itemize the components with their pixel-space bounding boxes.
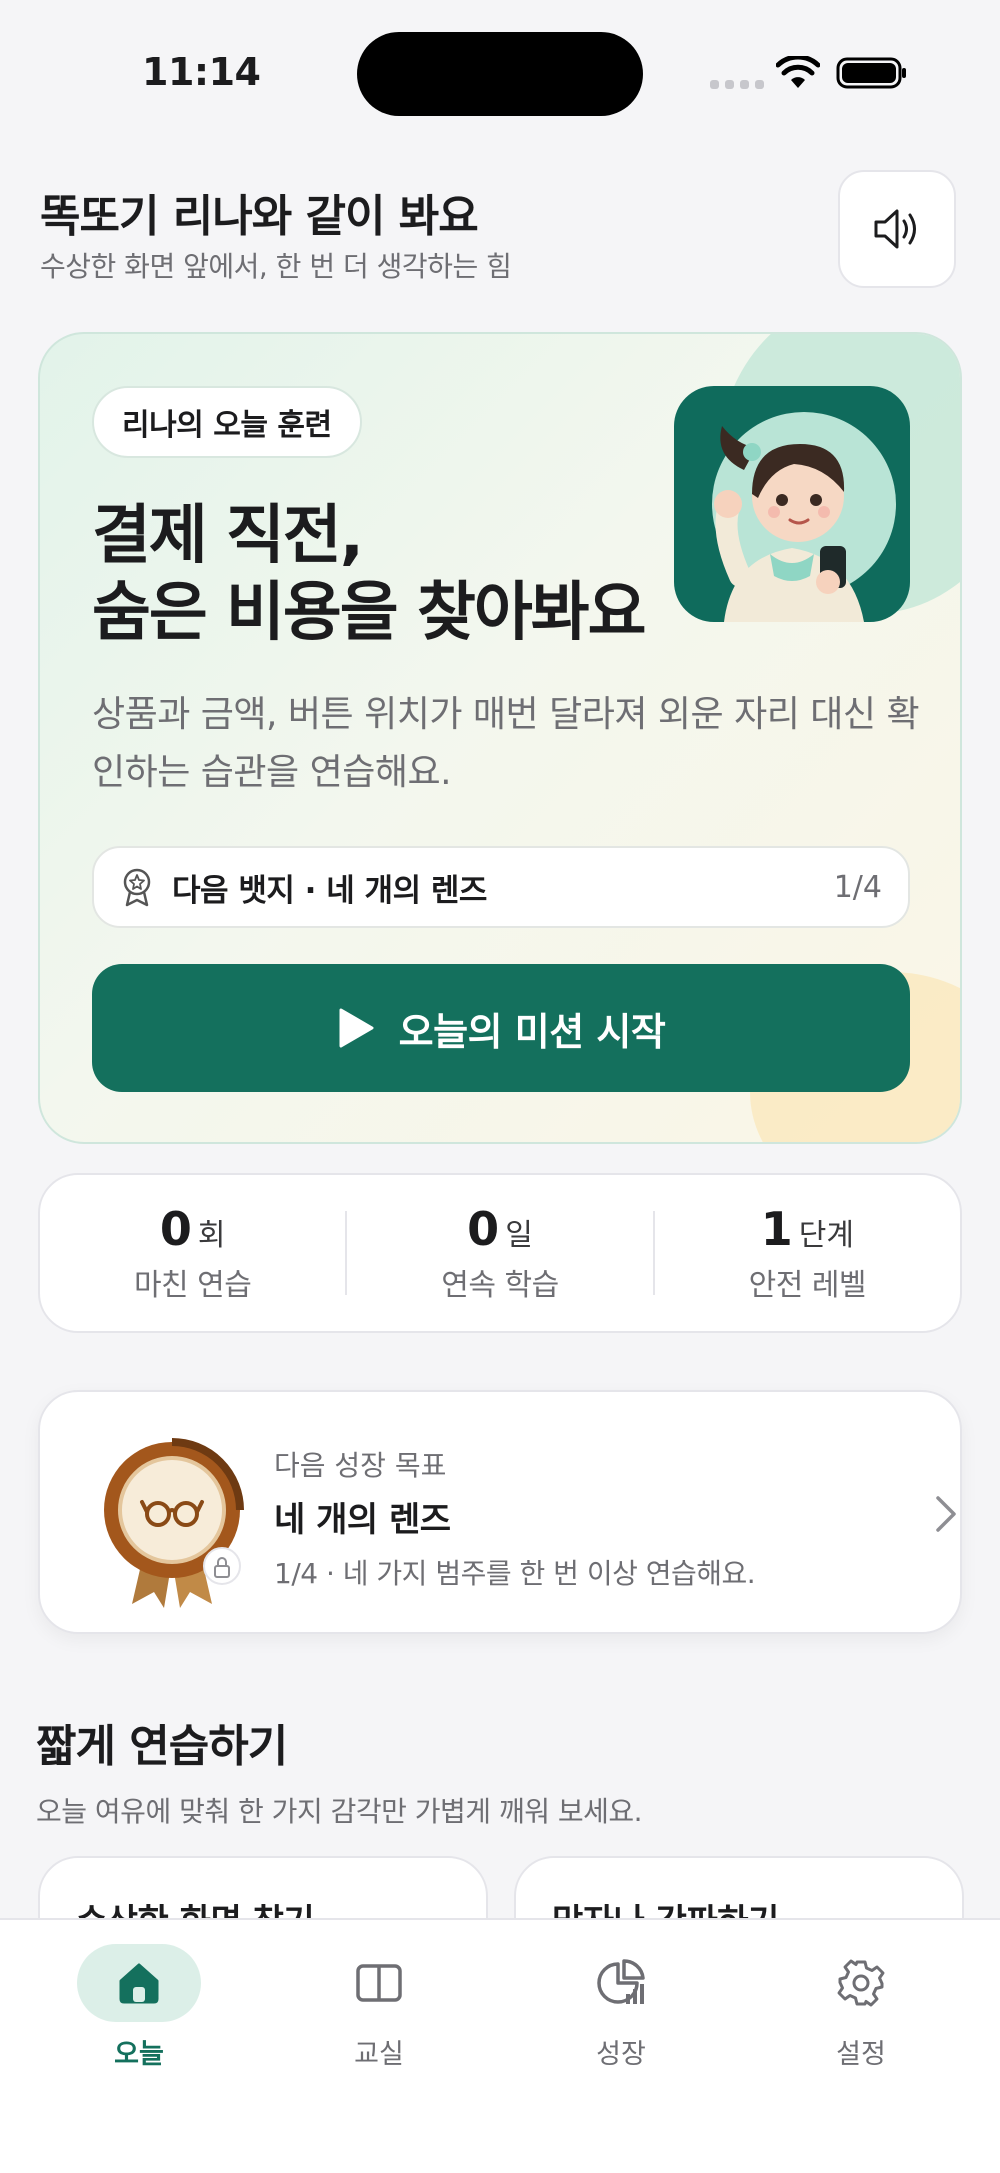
speaker-icon <box>874 209 916 249</box>
stat-value: 0 <box>467 1202 500 1256</box>
page-title: 똑또기 리나와 같이 봐요 <box>40 191 479 242</box>
page-subtitle: 수상한 화면 앞에서, 한 번 더 생각하는 힘 <box>40 250 512 283</box>
hero-card: 리나의 오늘 훈련 결제 직전, 숨은 비용을 찾아봐요 상품과 금액, 버튼 … <box>38 332 962 1144</box>
sound-toggle-button[interactable] <box>838 170 956 288</box>
goal-kicker: 다음 성장 목표 <box>274 1449 447 1482</box>
next-badge-row[interactable]: 다음 뱃지 · 네 개의 렌즈 1/4 <box>92 846 910 928</box>
tab-today[interactable]: 오늘 <box>54 1944 224 2071</box>
bottom-tab-bar: 오늘 교실 성장 설정 <box>0 1918 1000 2173</box>
wifi-icon <box>776 56 820 88</box>
tab-label: 오늘 <box>114 2039 164 2070</box>
glasses-medal-icon <box>104 1438 244 1608</box>
cellular-signal-icon <box>710 80 764 89</box>
badge-ribbon-icon <box>123 868 151 907</box>
stat-value: 0 <box>159 1202 192 1256</box>
chevron-right-icon <box>936 1496 956 1532</box>
rina-avatar <box>674 386 910 622</box>
stat-practices: 0 회 마친 연습 <box>40 1175 345 1331</box>
status-time: 11:14 <box>142 50 261 94</box>
hero-title-line: 숨은 비용을 찾아봐요 <box>92 575 646 650</box>
stat-value: 1 <box>760 1202 793 1256</box>
growth-chart-icon <box>597 1959 645 2004</box>
start-mission-button[interactable]: 오늘의 미션 시작 <box>92 964 910 1092</box>
start-mission-label: 오늘의 미션 시작 <box>398 1009 666 1054</box>
status-bar: 11:14 <box>0 0 1000 150</box>
practice-section-subtitle: 오늘 여유에 맞춰 한 가지 감각만 가볍게 깨워 보세요. <box>36 1795 643 1828</box>
tab-settings[interactable]: 설정 <box>776 1944 946 2071</box>
rina-character-illustration <box>712 412 896 622</box>
growth-goal-card[interactable]: 다음 성장 목표 네 개의 렌즈 1/4 · 네 가지 범주를 한 번 이상 연… <box>38 1390 962 1634</box>
training-tag: 리나의 오늘 훈련 <box>92 386 362 458</box>
practice-section-title: 짧게 연습하기 <box>36 1721 288 1772</box>
goal-description: 1/4 · 네 가지 범주를 한 번 이상 연습해요. <box>274 1557 756 1590</box>
hero-title: 결제 직전, 숨은 비용을 찾아봐요 <box>92 498 646 652</box>
book-icon <box>356 1964 402 2002</box>
goal-title: 네 개의 렌즈 <box>274 1500 451 1540</box>
gear-icon <box>837 1959 885 2007</box>
hero-title-line: 결제 직전, <box>92 499 364 573</box>
stat-label: 연속 학습 <box>441 1268 559 1303</box>
tab-label: 설정 <box>836 2039 886 2070</box>
stat-label: 마친 연습 <box>133 1268 252 1303</box>
tab-growth[interactable]: 성장 <box>536 1944 706 2071</box>
tab-classroom[interactable]: 교실 <box>294 1944 464 2071</box>
stat-unit: 일 <box>505 1218 533 1253</box>
play-icon <box>339 1008 374 1048</box>
tab-label: 성장 <box>596 2039 646 2070</box>
hero-description: 상품과 금액, 버튼 위치가 매번 달라져 외운 자리 대신 확인하는 습관을 … <box>92 694 920 793</box>
stat-unit: 회 <box>197 1218 226 1253</box>
tab-label: 교실 <box>354 2039 404 2070</box>
stat-unit: 단계 <box>798 1218 854 1253</box>
stat-safety-level: 1 단계 안전 레벨 <box>655 1175 960 1331</box>
stat-label: 안전 레벨 <box>748 1268 867 1303</box>
stat-streak: 0 일 연속 학습 <box>347 1175 652 1331</box>
dynamic-island <box>357 32 643 116</box>
next-badge-progress: 1/4 <box>833 869 882 905</box>
stats-card: 0 회 마친 연습 0 일 연속 학습 1 단계 안전 레벨 <box>38 1173 962 1333</box>
next-badge-label: 다음 뱃지 · 네 개의 렌즈 <box>172 872 487 909</box>
battery-icon <box>836 57 906 89</box>
home-icon <box>119 1963 159 2004</box>
